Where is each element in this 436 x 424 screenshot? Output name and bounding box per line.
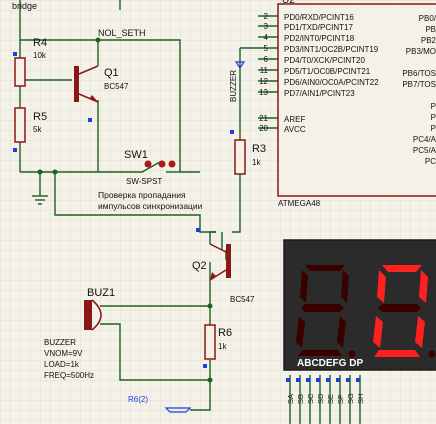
seven-segment-display[interactable]: [283, 239, 436, 371]
buzzer-prop-4: FREQ=500Hz: [44, 371, 94, 380]
mcu-pin-name: PD0/RXD/PCINT16: [284, 13, 354, 22]
label-r5-value: 5k: [33, 125, 42, 134]
resistor-r4[interactable]: [14, 57, 26, 87]
label-u2: U2: [282, 0, 295, 6]
mcu-pin-number: 21: [259, 114, 268, 123]
mcu-pin-number: 2: [264, 12, 269, 21]
segment-pin-label: SE: [326, 394, 335, 404]
mcu-pin-name-right: PC4/A: [413, 135, 436, 144]
mcu-pin-name: AVCC: [284, 125, 306, 134]
label-sw1: SW1: [124, 149, 148, 161]
mcu-pin-name: PD2/INT0/PCINT18: [284, 34, 355, 43]
mcu-pin-name-right: PB7/TOS: [402, 80, 436, 89]
mcu-pin-name-right: PC5/A: [413, 146, 436, 155]
label-q2: Q2: [192, 260, 207, 272]
segment-pin-label: SA: [286, 394, 295, 404]
label-sw1-value: SW-SPST: [126, 177, 162, 186]
note-line-1: Проверка пропадания: [98, 190, 186, 200]
mcu-pin-number: 3: [264, 22, 269, 31]
label-nol-seth: NOL_SETH: [98, 28, 146, 38]
segment-pin-label: SB: [296, 394, 305, 404]
label-r4-value: 10k: [33, 51, 47, 60]
mcu-pin-name: PD4/T0/XCK/PCINT20: [284, 56, 365, 65]
buzzer-prop-2: VNOM=9V: [44, 349, 83, 358]
mcu-pin-number: 20: [259, 124, 268, 133]
segment-pin-label: SC: [306, 393, 315, 404]
label-r3-value: 1k: [252, 158, 261, 167]
segment-legend: ABCDEFG DP: [297, 358, 363, 369]
net-buzzer: BUZZER: [229, 70, 238, 102]
mcu-pin-name: PD3/INT1/OC2B/PCINT19: [284, 45, 379, 54]
mcu-pin-name-right: PC: [425, 157, 436, 166]
label-mcu: ATMEGA48: [278, 199, 321, 208]
mcu-pin-name: PD1/TXD/PCINT17: [284, 23, 353, 32]
mcu-pin-name-right: P: [431, 102, 436, 111]
label-q1-value: BC547: [104, 82, 129, 91]
segment-pin-label: SG: [346, 393, 355, 404]
label-r6: R6: [218, 327, 232, 339]
label-r3: R3: [252, 143, 266, 155]
buzzer-prop-1: BUZZER: [44, 338, 76, 347]
buzzer-prop-3: LOAD=1k: [44, 360, 80, 369]
mcu-pin-number: 11: [260, 66, 269, 75]
schematic-canvas[interactable]: bridge NOL_SETH R4 10k Q1 BC547 R5 5k SW…: [0, 0, 436, 424]
mcu-pin-name-right: P: [431, 113, 436, 122]
segment-pin-labels: SA SB SC SD SE SF SG SH: [286, 393, 365, 404]
label-r4: R4: [33, 37, 47, 49]
mcu-pin-name-right: P: [431, 124, 436, 133]
segment-pin-label: SF: [336, 394, 345, 404]
label-r5: R5: [33, 111, 47, 123]
label-buz1: BUZ1: [87, 287, 115, 299]
mcu-pin-number: 13: [259, 88, 268, 97]
label-bridge: bridge: [12, 1, 37, 11]
mcu-pin-name: PD5/T1/OC0B/PCINT21: [284, 67, 371, 76]
probe-ref-r6: R6(2): [128, 395, 148, 404]
mcu-pin-number: 6: [264, 55, 269, 64]
label-q1: Q1: [104, 67, 119, 79]
mcu-pin-name-right: PB: [425, 25, 436, 34]
mcu-pin-name: PD7/AIN1/PCINT23: [284, 89, 355, 98]
note-line-2: импульсов синхронизации: [98, 201, 203, 211]
resistor-r6[interactable]: [204, 324, 216, 360]
segment-pin-label: SD: [316, 393, 325, 404]
mcu-pin-name-right: PB2: [421, 36, 436, 45]
mcu-pin-number: 5: [264, 44, 269, 53]
resistor-r3[interactable]: [234, 139, 246, 175]
mcu-pin-name-right: PB3/MO: [406, 47, 436, 56]
mcu-pin-name-right: PB0/: [419, 14, 436, 23]
mcu-pin-number: 4: [264, 33, 269, 42]
mcu-pin-name: PD6/AIN0/OC0A/PCINT22: [284, 78, 379, 87]
label-r6-value: 1k: [218, 342, 227, 351]
mcu-body[interactable]: [277, 3, 436, 197]
mcu-pin-number: 12: [259, 77, 268, 86]
mcu-pin-name: AREF: [284, 115, 305, 124]
label-q2-value: BC547: [230, 295, 255, 304]
mcu-pin-name-right: PB6/TOS: [402, 69, 436, 78]
segment-pin-label: SH: [356, 394, 365, 404]
resistor-r5[interactable]: [14, 107, 26, 143]
